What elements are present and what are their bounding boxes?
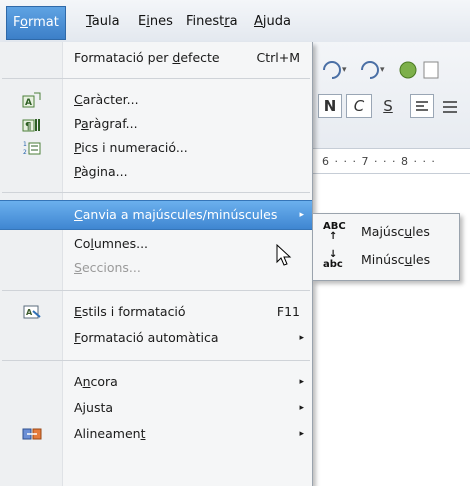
menu-item-change-case[interactable]: Canvia a majúscules/minúscules ▸: [0, 200, 312, 230]
menu-format[interactable]: Format: [6, 6, 66, 40]
change-case-label: Canvia a majúscules/minúscules: [74, 207, 278, 222]
menu-item-page[interactable]: Pàgina...: [0, 158, 312, 186]
mouse-cursor-icon: [276, 244, 292, 266]
align-left-icon: [416, 101, 428, 111]
menu-ajuda[interactable]: Ajuda: [252, 12, 293, 32]
uppercase-label: Majúscules: [361, 224, 430, 239]
menu-separator: [2, 360, 310, 361]
menu-separator: [2, 290, 310, 291]
ruler: 6 · · · 7 · · · 8 · · ·: [312, 148, 470, 174]
svg-text:2: 2: [23, 149, 27, 156]
bold-button[interactable]: N: [318, 94, 342, 118]
submenu-arrow-icon: ▸: [299, 333, 304, 343]
menu-finestra[interactable]: Finestra: [184, 12, 240, 32]
submenu-item-uppercase[interactable]: ABC ↑ Majúscules: [313, 218, 459, 246]
svg-text:A: A: [25, 98, 32, 108]
lowercase-glyph-text: abc: [323, 259, 343, 270]
svg-text:¶: ¶: [25, 121, 31, 132]
styles-formatting-icon: A: [23, 305, 41, 319]
underline-button[interactable]: S: [376, 94, 400, 118]
format-menu: Formatació per defecte Ctrl+M A Caràcter…: [0, 42, 313, 486]
italic-button[interactable]: C: [346, 94, 372, 118]
paragraph-icon: ¶: [22, 119, 40, 132]
submenu-arrow-icon: ▸: [299, 429, 304, 439]
background-toolbar: ▾ ▾ N C S: [312, 42, 470, 162]
menu-item-autocorrect[interactable]: Formatació automàtica ▸: [0, 324, 312, 352]
submenu-arrow-icon: ▸: [299, 403, 304, 413]
menu-eines[interactable]: Eines: [136, 12, 175, 32]
alignment-icon: [22, 428, 42, 440]
page-label: Pàgina...: [74, 164, 128, 179]
align-center-icon[interactable]: [440, 98, 460, 119]
default-formatting-shortcut: Ctrl+M: [256, 50, 301, 65]
undo-redo-icons[interactable]: ▾ ▾: [312, 42, 470, 92]
menu-item-sections: Seccions...: [0, 254, 312, 282]
wrap-label: Ajusta: [74, 400, 114, 415]
styles-formatting-label: Estils i formatació: [74, 304, 186, 319]
uppercase-icon: ABC ↑: [323, 222, 346, 242]
alignment-label: Alineament: [74, 426, 146, 441]
styles-formatting-shortcut: F11: [276, 304, 300, 319]
menu-item-alignment[interactable]: Alineament ▸: [0, 420, 312, 448]
menu-item-anchor[interactable]: Ancora ▸: [0, 368, 312, 396]
menubar: Format Taula Eines Finestra Ajuda: [0, 0, 470, 43]
change-case-submenu: ABC ↑ Majúscules ↓ abc Minúscules: [312, 213, 460, 281]
uppercase-glyph-arrow: ↑: [329, 231, 338, 242]
svg-text:A: A: [26, 308, 33, 317]
menu-item-styles-formatting[interactable]: A Estils i formatació F11: [0, 298, 312, 326]
svg-text:1: 1: [23, 141, 27, 148]
menu-item-wrap[interactable]: Ajusta ▸: [0, 394, 312, 422]
menu-item-default-formatting[interactable]: Formatació per defecte Ctrl+M: [0, 44, 312, 72]
submenu-arrow-icon: ▸: [299, 210, 304, 220]
bullets-numbering-icon: 1 2: [23, 141, 41, 156]
submenu-arrow-icon: ▸: [299, 377, 304, 387]
lowercase-label: Minúscules: [361, 252, 431, 267]
svg-text:▾: ▾: [342, 65, 347, 75]
align-left-button[interactable]: [410, 94, 434, 118]
autocorrect-label: Formatació automàtica: [74, 330, 219, 345]
svg-text:▾: ▾: [380, 65, 385, 75]
menu-taula[interactable]: Taula: [84, 12, 122, 32]
default-formatting-label: Formatació per defecte: [74, 50, 220, 65]
lowercase-icon: ↓ abc: [323, 250, 343, 270]
menu-separator: [2, 78, 310, 79]
character-icon: A: [22, 92, 41, 108]
sections-label: Seccions...: [74, 260, 141, 275]
menu-separator: [2, 192, 310, 193]
submenu-item-lowercase[interactable]: ↓ abc Minúscules: [313, 246, 459, 274]
anchor-label: Ancora: [74, 374, 118, 389]
